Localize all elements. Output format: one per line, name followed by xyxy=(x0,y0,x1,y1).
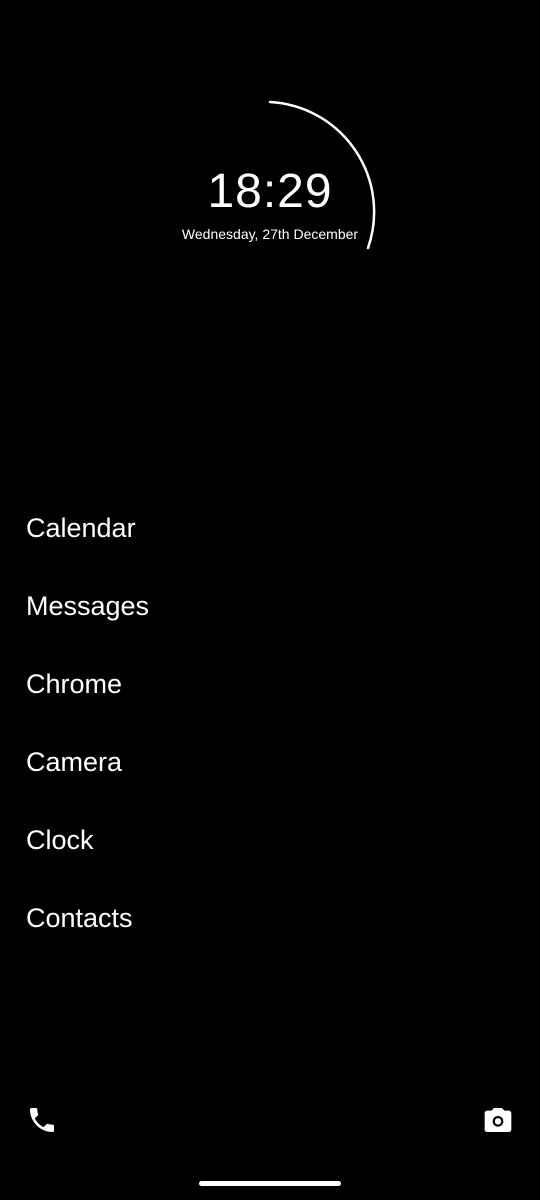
clock-time: 18:29 xyxy=(207,165,333,218)
app-item-calendar[interactable]: Calendar xyxy=(26,505,149,583)
phone-icon[interactable] xyxy=(26,1104,58,1136)
gesture-nav-handle[interactable] xyxy=(199,1181,341,1186)
app-item-messages[interactable]: Messages xyxy=(26,583,149,661)
clock-date: Wednesday, 27th December xyxy=(181,226,359,242)
app-item-camera[interactable]: Camera xyxy=(26,739,149,817)
app-item-contacts[interactable]: Contacts xyxy=(26,895,149,973)
clock-widget[interactable]: 18:29 Wednesday, 27th December xyxy=(0,0,540,270)
app-list: Calendar Messages Chrome Camera Clock Co… xyxy=(26,505,149,973)
app-item-clock[interactable]: Clock xyxy=(26,817,149,895)
app-item-chrome[interactable]: Chrome xyxy=(26,661,149,739)
camera-icon[interactable] xyxy=(482,1104,514,1136)
